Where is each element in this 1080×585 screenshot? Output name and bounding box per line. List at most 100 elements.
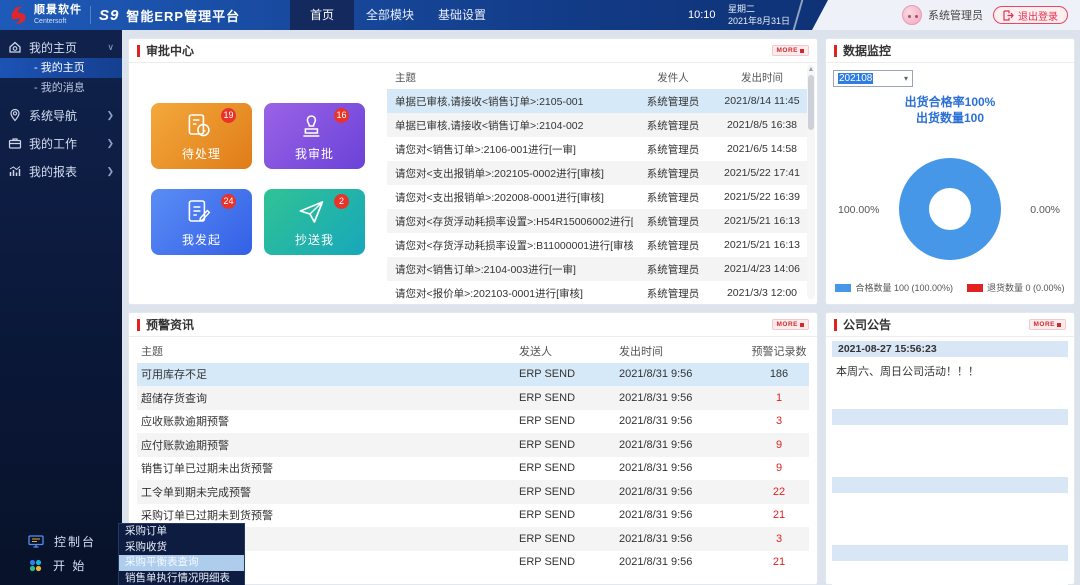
period-value: 202108 [838,73,873,84]
data-monitor-header: 数据监控 [826,39,1074,63]
alert-row[interactable]: 工令单到期未完成预警ERP SEND2021/8/31 9:5622 [137,480,809,504]
start-menu-item[interactable]: 采购平衡表查询 [119,555,244,571]
approval-time: 2021/5/22 16:39 [713,191,811,203]
tile-我审批[interactable]: 我审批16 [264,103,365,169]
approval-row[interactable]: 请您对<报价单>:202103-0001进行[审核]系统管理员2021/3/3 … [387,281,811,305]
start-menu-item[interactable]: 采购收货 [119,540,244,556]
logout-button[interactable]: 退出登录 [993,6,1068,24]
approval-row[interactable]: 单据已审核,请接收<销售订单>:2105-001系统管理员2021/8/14 1… [387,89,811,113]
alert-time: 2021/8/31 9:56 [619,509,749,521]
legend-swatch [835,284,851,292]
red-bar [834,45,837,57]
alert-subject: 可用库存不足 [137,366,519,382]
more-button[interactable]: MORE [1029,319,1067,330]
legend-label: 退货数量 0 (0.00%) [987,281,1065,294]
paper-plane-icon [296,197,326,227]
nav-tab-基础设置[interactable]: 基础设置 [426,0,498,30]
tile-待处理[interactable]: 待处理19 [151,103,252,169]
sidebar-item-我的报表[interactable]: 我的报表❯ [0,160,122,182]
alert-row[interactable]: 超储存货查询ERP SEND2021/8/31 9:561 [137,386,809,410]
scrollbar[interactable]: ▲ [807,65,815,299]
approval-subject: 单据已审核,请接收<销售订单>:2105-001 [387,94,633,109]
tile-我发起[interactable]: 我发起24 [151,189,252,255]
announcement-entry[interactable]: 2021-08-27 15:56:23本周六、周日公司活动！！！ [832,341,1068,401]
sidebar-footer-开始[interactable]: 开 始 [0,553,122,577]
chevron-right-icon: ❯ [106,138,114,149]
alert-count: 21 [749,509,809,521]
column-header: 主题 [137,343,519,359]
alert-row[interactable]: 应付账款逾期预警ERP SEND2021/8/31 9:569 [137,433,809,457]
alert-time: 2021/8/31 9:56 [619,415,749,427]
approval-row[interactable]: 请您对<销售订单>:2104-003进行[一审]系统管理员2021/4/23 1… [387,257,811,281]
red-bar [137,45,140,57]
data-monitor-title: 数据监控 [843,42,1066,59]
scroll-up-icon[interactable]: ▲ [807,65,815,74]
nav-tab-全部模块[interactable]: 全部模块 [354,0,426,30]
user-area: 系统管理员 退出登录 [812,0,1080,30]
alert-subject: 销售订单已过期未出货预警 [137,460,519,476]
donut-chart: 100.00% 0.00% [826,134,1074,284]
sidebar-item-label: 我的工作 [29,135,106,152]
approval-sender: 系统管理员 [633,286,713,301]
alert-row[interactable]: 应收账款逾期预警ERP SEND2021/8/31 9:563 [137,410,809,434]
sidebar-item-我的主页[interactable]: 我的主页∨ [0,36,122,58]
sidebar-footer-控制台[interactable]: 控制台 [0,529,122,553]
weekday: 星期二 [728,3,790,15]
username: 系统管理员 [928,7,983,23]
sidebar-subitem-我的主页[interactable]: - 我的主页 [0,58,122,78]
red-bar [137,319,140,331]
scrollbar-thumb[interactable] [808,75,814,130]
announcement-entry-empty [832,409,1068,469]
approval-time: 2021/5/21 16:13 [713,215,811,227]
sidebar-footer-label: 控制台 [54,533,96,550]
more-button[interactable]: MORE [772,319,810,330]
approval-center-title: 审批中心 [146,42,772,59]
nav-tab-首页[interactable]: 首页 [290,0,354,30]
sidebar-subitem-我的消息[interactable]: - 我的消息 [0,78,122,98]
chart-legend: 合格数量 100 (100.00%)退货数量 0 (0.00%) [826,281,1074,294]
approval-time: 2021/3/3 12:00 [713,287,811,299]
brand-divider [90,6,91,24]
approval-row[interactable]: 请您对<支出报销单>:202008-0001进行[审核]系统管理员2021/5/… [387,185,811,209]
alert-sender: ERP SEND [519,486,619,498]
sidebar-item-我的工作[interactable]: 我的工作❯ [0,132,122,154]
alert-subject: 应收账款逾期预警 [137,413,519,429]
shipment-metrics: 出货合格率100% 出货数量100 [826,94,1074,126]
start-icon [28,558,43,573]
period-select[interactable]: 202108 ▾ [833,70,913,87]
divider [793,0,804,30]
start-menu-item[interactable]: 销售单执行情况明细表 [119,571,244,585]
sidebar-item-label: 系统导航 [29,107,106,124]
sidebar: 我的主页∨- 我的主页- 我的消息系统导航❯我的工作❯我的报表❯ 控制台开 始 [0,30,122,585]
tile-label: 我发起 [151,231,252,248]
announcement-date [832,477,1068,493]
start-menu-item[interactable]: 采购订单 [119,524,244,540]
alert-sender: ERP SEND [519,415,619,427]
date: 2021年8月31日 [728,15,790,27]
tile-抄送我[interactable]: 抄送我2 [264,189,365,255]
approval-row[interactable]: 单据已审核,请接收<销售订单>:2104-002系统管理员2021/8/5 16… [387,113,811,137]
alert-row[interactable]: 销售订单已过期未出货预警ERP SEND2021/8/31 9:569 [137,457,809,481]
approval-time: 2021/8/5 16:38 [713,119,811,131]
tile-count-badge: 2 [334,194,349,209]
approval-sender: 系统管理员 [633,190,713,205]
alert-time: 2021/8/31 9:56 [619,462,749,474]
approval-row[interactable]: 请您对<存货浮动耗损率设置>:H54R15006002进行[审核]系统管理员20… [387,209,811,233]
alert-sender: ERP SEND [519,533,619,545]
approval-row[interactable]: 请您对<存货浮动耗损率设置>:B11000001进行[审核]系统管理员2021/… [387,233,811,257]
alert-time: 2021/8/31 9:56 [619,486,749,498]
approval-row[interactable]: 请您对<销售订单>:2106-001进行[一审]系统管理员2021/6/5 14… [387,137,811,161]
chevron-down-icon: ∨ [107,42,114,53]
approval-subject: 请您对<销售订单>:2106-001进行[一审] [387,142,633,157]
legend-swatch [967,284,983,292]
sidebar-item-系统导航[interactable]: 系统导航❯ [0,104,122,126]
avatar[interactable] [902,5,922,25]
home-icon [8,40,22,54]
product-logo: S9 [99,7,119,24]
alert-row[interactable]: 可用库存不足ERP SEND2021/8/31 9:56186 [137,363,809,387]
approval-row[interactable]: 请您对<支出报销单>:202105-0002进行[审核]系统管理员2021/5/… [387,161,811,185]
approval-subject: 请您对<存货浮动耗损率设置>:H54R15006002进行[审核] [387,214,633,229]
announcement-text [832,561,1068,585]
announcement-text: 本周六、周日公司活动！！！ [832,357,1068,401]
more-button[interactable]: MORE [772,45,810,56]
